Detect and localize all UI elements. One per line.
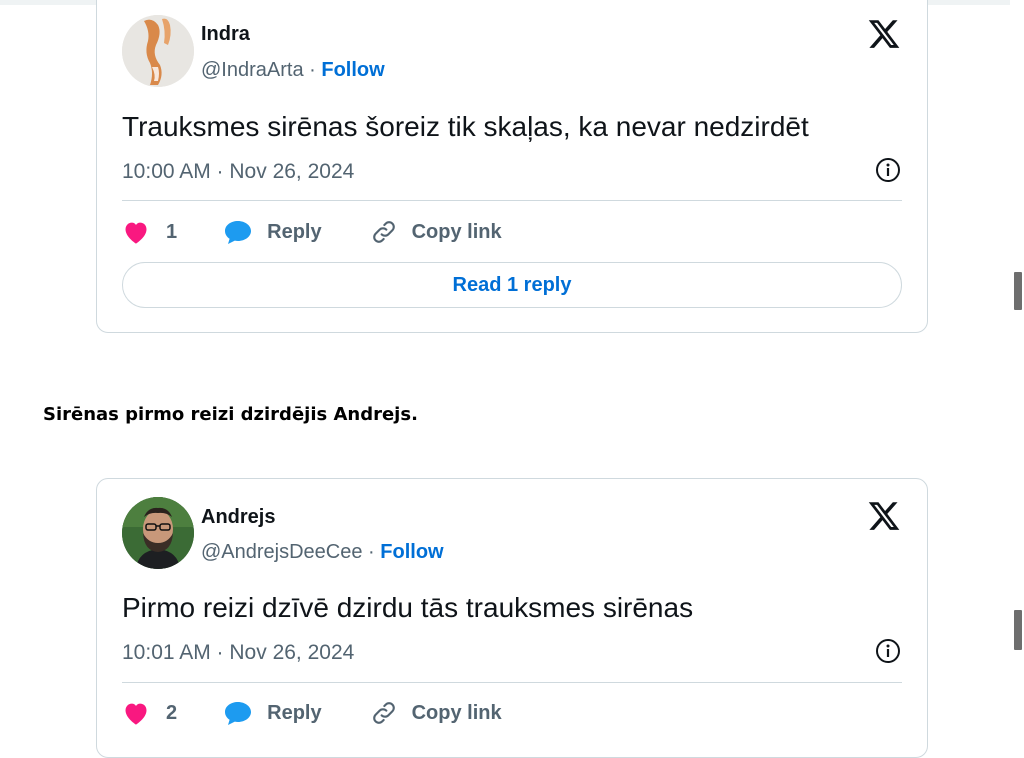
- author-handle-line: @AndrejsDeeCee · Follow: [201, 541, 444, 564]
- like-count: 2: [166, 701, 178, 724]
- read-replies-button[interactable]: Read 1 reply: [122, 262, 902, 308]
- heart-icon: [122, 700, 150, 726]
- info-icon[interactable]: [875, 638, 901, 664]
- author-handle[interactable]: @IndraArta: [201, 59, 304, 81]
- reply-button[interactable]: Reply: [209, 699, 322, 727]
- like-button[interactable]: 2: [122, 700, 177, 726]
- copy-link-label: Copy link: [411, 220, 502, 243]
- tweet-text: Trauksmes sirēnas šoreiz tik skaļas, ka …: [122, 111, 809, 142]
- action-bar: 2 Reply Copy link: [122, 693, 902, 733]
- x-logo-icon[interactable]: [867, 499, 901, 533]
- scrollbar-thumb[interactable]: [1014, 610, 1022, 650]
- info-icon[interactable]: [875, 157, 901, 183]
- tweet-timestamp[interactable]: 10:00 AM · Nov 26, 2024: [122, 160, 354, 184]
- copy-link-label: Copy link: [411, 701, 502, 724]
- heart-icon: [122, 219, 150, 245]
- article-caption: Sirēnas pirmo reizi dzirdējis Andrejs.: [43, 404, 418, 425]
- author-handle-line: @IndraArta · Follow: [201, 59, 385, 82]
- like-button[interactable]: 1: [122, 219, 177, 245]
- divider: [122, 200, 902, 201]
- separator-dot: ·: [303, 59, 322, 81]
- separator-dot: ·: [362, 541, 381, 563]
- author-name[interactable]: Andrejs: [201, 506, 275, 529]
- scrollbar-thumb[interactable]: [1014, 272, 1022, 310]
- link-icon: [370, 699, 398, 727]
- x-logo-icon[interactable]: [867, 17, 901, 51]
- reply-button[interactable]: Reply: [209, 218, 322, 246]
- speech-bubble-icon: [223, 218, 253, 246]
- scrollbar[interactable]: [1010, 0, 1024, 731]
- reply-label: Reply: [267, 220, 322, 243]
- copy-link-button[interactable]: Copy link: [356, 218, 502, 246]
- copy-link-button[interactable]: Copy link: [356, 699, 502, 727]
- tweet-text: Pirmo reizi dzīvē dzirdu tās trauksmes s…: [122, 592, 694, 623]
- action-bar: 1 Reply Copy link: [122, 212, 902, 252]
- speech-bubble-icon: [223, 699, 253, 727]
- reply-label: Reply: [267, 701, 322, 724]
- author-handle[interactable]: @AndrejsDeeCee: [201, 541, 363, 563]
- author-name[interactable]: Indra: [201, 23, 250, 46]
- link-icon: [370, 218, 398, 246]
- avatar[interactable]: [122, 15, 194, 87]
- divider: [122, 682, 902, 683]
- tweet-card: Andrejs @AndrejsDeeCee · Follow Pirmo re…: [96, 478, 928, 758]
- like-count: 1: [166, 220, 178, 243]
- tweet-timestamp[interactable]: 10:01 AM · Nov 26, 2024: [122, 641, 354, 665]
- follow-link[interactable]: Follow: [380, 541, 443, 563]
- follow-link[interactable]: Follow: [321, 59, 384, 81]
- tweet-card: Indra @IndraArta · Follow Trauksmes sirē…: [96, 0, 928, 333]
- avatar[interactable]: [122, 497, 194, 569]
